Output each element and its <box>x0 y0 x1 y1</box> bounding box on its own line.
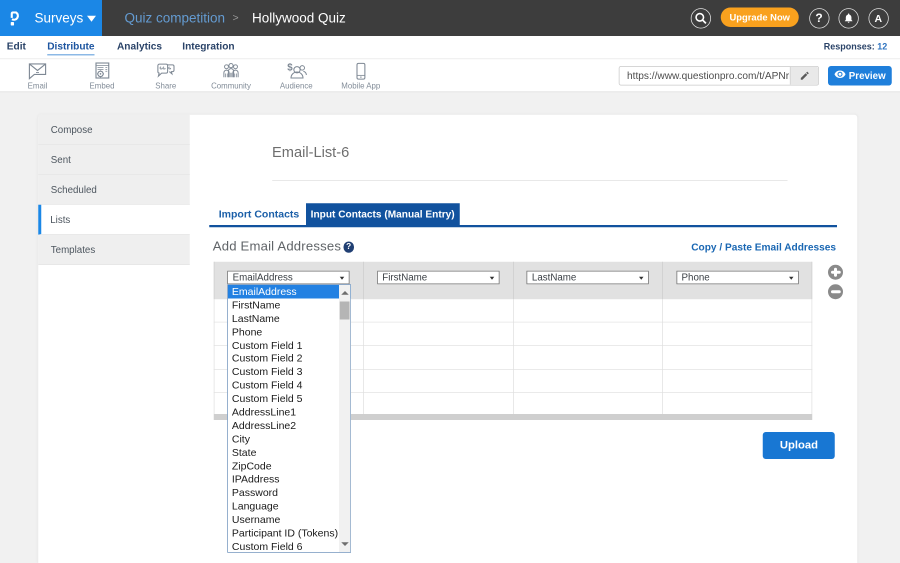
svg-text:$: $ <box>287 63 293 74</box>
